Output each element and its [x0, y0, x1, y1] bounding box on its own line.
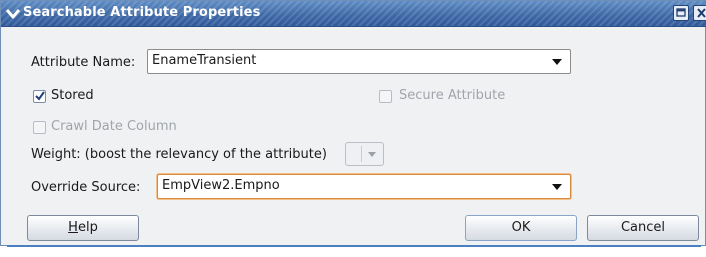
attribute-name-value: EnameTransient [152, 53, 257, 68]
attribute-name-combobox[interactable]: EnameTransient [147, 49, 571, 74]
checkmark-icon [35, 91, 45, 101]
attribute-name-label: Attribute Name: [31, 55, 136, 70]
restore-icon [676, 8, 686, 17]
crawl-date-column-checkbox[interactable] [33, 121, 46, 134]
dialog-title: Searchable Attribute Properties [23, 5, 261, 20]
secure-attribute-label: Secure Attribute [399, 88, 506, 103]
dialog-bottom-edge [7, 243, 701, 247]
stored-checkbox[interactable] [33, 90, 46, 103]
cancel-label: Cancel [620, 220, 666, 235]
override-source-value: EmpView2.Empno [162, 178, 280, 193]
help-button[interactable]: Help [27, 215, 139, 241]
ok-label: OK [511, 220, 531, 235]
close-button[interactable] [693, 5, 706, 21]
dialog-titlebar[interactable]: Searchable Attribute Properties [1, 1, 706, 27]
ok-button[interactable]: OK [465, 215, 577, 241]
override-source-combobox[interactable]: EmpView2.Empno [157, 174, 571, 199]
chevron-down-icon[interactable] [5, 7, 21, 21]
weight-label: Weight: (boost the relevancy of the attr… [31, 147, 327, 162]
restore-button[interactable] [673, 5, 689, 21]
crawl-date-column-label: Crawl Date Column [51, 119, 177, 134]
secure-attribute-checkbox[interactable] [379, 90, 392, 103]
dropdown-arrow-icon [552, 184, 562, 190]
help-label-rest: elp [77, 220, 98, 235]
combobox-separator [361, 146, 362, 162]
cancel-button[interactable]: Cancel [587, 215, 699, 241]
help-mnemonic: H [68, 220, 78, 235]
weight-combobox[interactable] [345, 142, 384, 166]
dropdown-arrow-icon [552, 59, 562, 65]
close-icon [697, 8, 706, 18]
stored-label: Stored [51, 88, 94, 103]
searchable-attribute-properties-dialog: Searchable Attribute Properties Attribut… [0, 0, 706, 247]
dropdown-arrow-icon [368, 152, 376, 157]
override-source-label: Override Source: [31, 180, 141, 195]
